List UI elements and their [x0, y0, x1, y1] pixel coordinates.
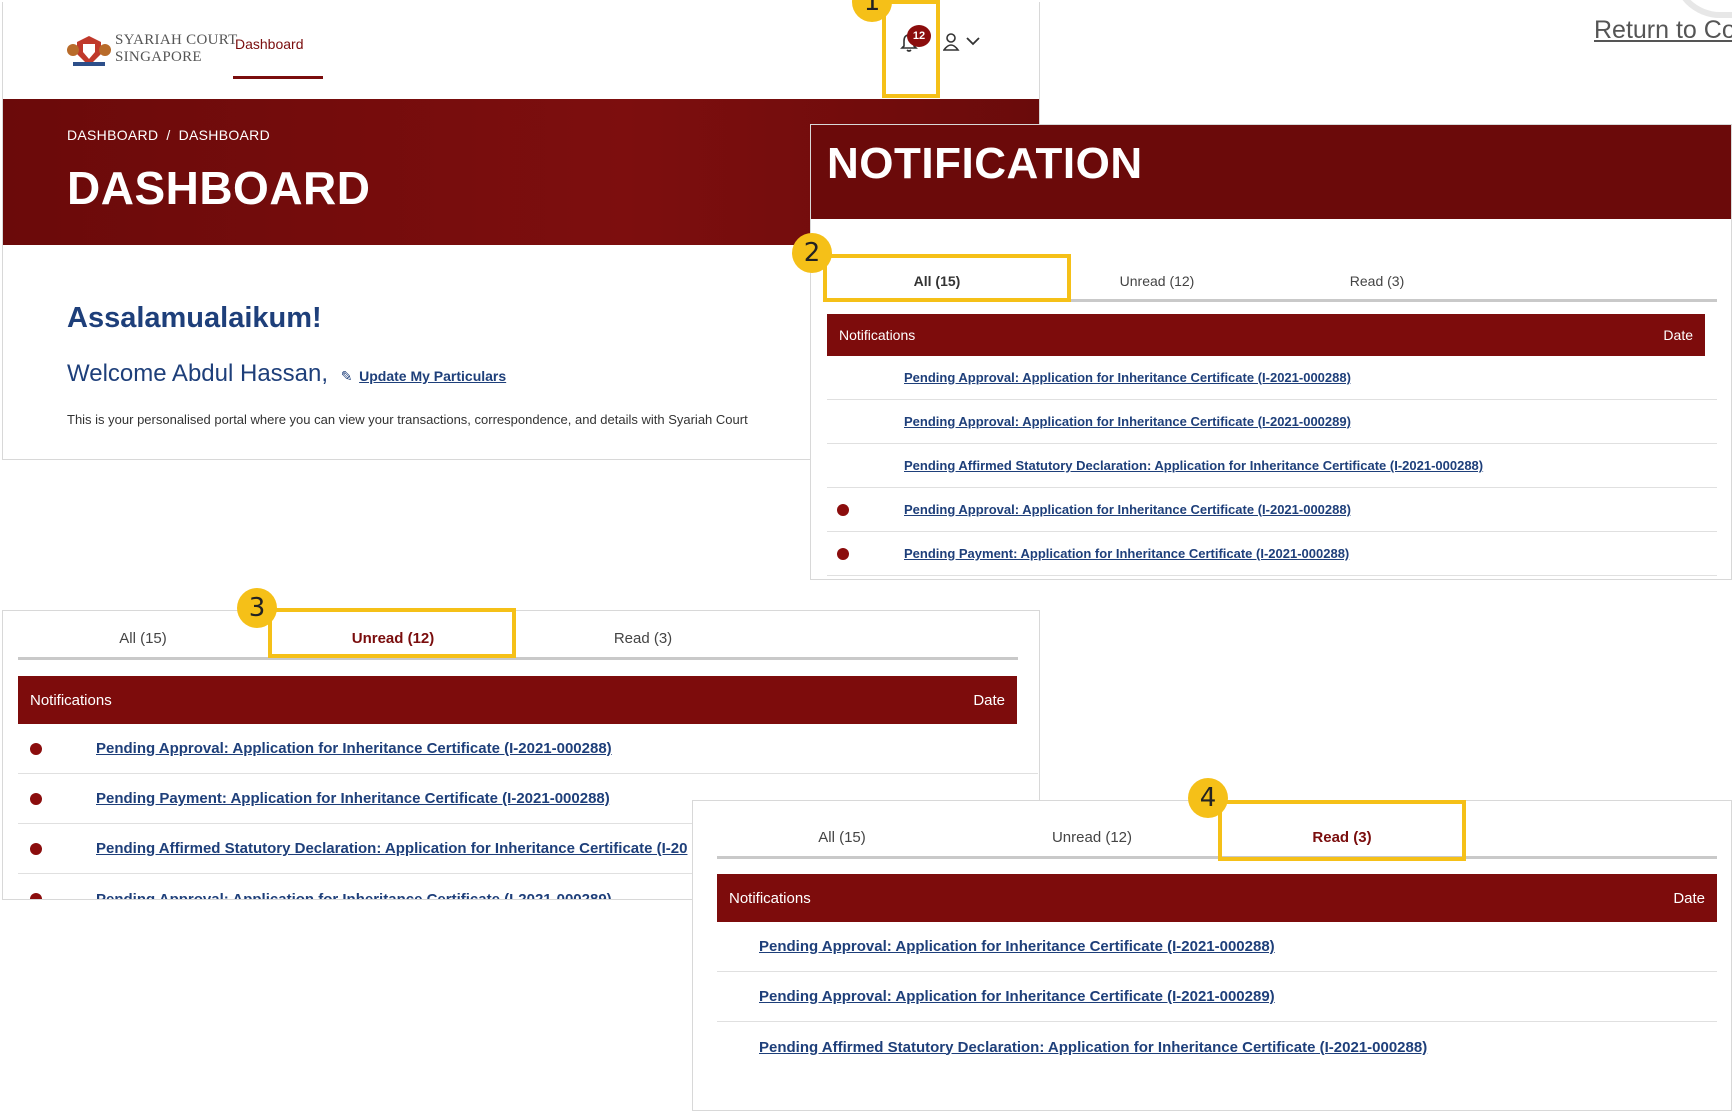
notification-link[interactable]: Pending Approval: Application for Inheri…: [96, 891, 612, 900]
page-title: DASHBOARD: [67, 162, 371, 214]
notification-link[interactable]: Pending Affirmed Statutory Declaration: …: [759, 1039, 1427, 1056]
tab-unread[interactable]: Unread (12): [967, 829, 1217, 856]
pencil-icon: ✎: [340, 368, 353, 384]
tab-all[interactable]: All (15): [717, 829, 967, 856]
notification-link[interactable]: Pending Approval: Application for Inheri…: [904, 414, 1351, 429]
breadcrumb-current: DASHBOARD: [178, 127, 270, 143]
read-tab-highlight: [1218, 800, 1466, 861]
table-row[interactable]: Pending Approval: Application for Inheri…: [827, 400, 1717, 444]
unread-dot-icon: [30, 742, 42, 755]
table-row[interactable]: Pending Affirmed Statutory Declaration: …: [717, 1022, 1717, 1072]
read-panel-tabs: All (15) Unread (12) Read (3): [717, 829, 1717, 859]
notification-panel: NOTIFICATION All (15) Unread (12) Read (…: [810, 124, 1732, 580]
syariah-court-crest-icon: [67, 36, 111, 66]
unread-dot-icon: [30, 842, 42, 855]
tab-read[interactable]: Read (3): [518, 630, 768, 657]
table-row[interactable]: Pending Approval: Application for Inheri…: [18, 724, 1038, 774]
column-date: Date: [973, 691, 1005, 709]
notification-link[interactable]: Pending Approval: Application for Inheri…: [759, 988, 1275, 1005]
column-date: Date: [1673, 889, 1705, 907]
tab-unread[interactable]: Unread (12): [1047, 273, 1267, 299]
tab-all[interactable]: All (15): [18, 630, 268, 657]
notification-link[interactable]: Pending Approval: Application for Inheri…: [759, 938, 1275, 955]
breadcrumb: DASHBOARD / DASHBOARD: [67, 127, 270, 143]
welcome-line: Welcome Abdul Hassan, ✎ Update My Partic…: [67, 360, 506, 388]
notification-link[interactable]: Pending Approval: Application for Inheri…: [96, 740, 612, 757]
notification-link[interactable]: Pending Payment: Application for Inherit…: [904, 546, 1349, 561]
welcome-text: Welcome Abdul Hassan,: [67, 360, 329, 387]
tab-read[interactable]: Read (3): [1267, 273, 1487, 299]
return-link[interactable]: Return to Co: [1594, 16, 1732, 45]
table-row[interactable]: Pending Affirmed Statutory Declaration: …: [827, 444, 1717, 488]
logo-text: SYARIAH COURT SINGAPORE: [115, 32, 238, 65]
table-row[interactable]: Pending Approval: Application for Inheri…: [717, 972, 1717, 1022]
table-row[interactable]: Pending Approval: Application for Inheri…: [717, 922, 1717, 972]
callout-3: 3: [237, 588, 277, 628]
read-table-header: Notifications Date: [717, 874, 1717, 922]
unread-dot-icon: [30, 893, 42, 899]
notification-link[interactable]: Pending Affirmed Statutory Declaration: …: [96, 840, 687, 857]
column-notifications: Notifications: [729, 889, 811, 907]
table-row[interactable]: Pending Approval: Application for Inheri…: [827, 488, 1717, 532]
table-row[interactable]: Pending Payment: Application for Inherit…: [827, 532, 1717, 576]
update-particulars-link[interactable]: Update My Particulars: [359, 368, 506, 384]
active-tab-indicator: [233, 76, 323, 79]
greeting: Assalamualaikum!: [67, 302, 322, 334]
unread-panel-tabs: All (15) Unread (12) Read (3): [18, 630, 1018, 660]
read-notifications-panel: All (15) Unread (12) Read (3) Notificati…: [692, 800, 1732, 1111]
all-tab-highlight: [823, 254, 1071, 302]
unread-tab-highlight: [268, 608, 516, 658]
unread-dot-icon: [837, 547, 849, 560]
notification-link[interactable]: Pending Affirmed Statutory Declaration: …: [904, 458, 1483, 473]
callout-4: 4: [1188, 778, 1228, 818]
user-menu-icon[interactable]: [943, 32, 983, 52]
bell-highlight: [882, 0, 940, 98]
intro-text: This is your personalised portal where y…: [67, 412, 748, 427]
notification-link[interactable]: Pending Approval: Application for Inheri…: [904, 502, 1351, 517]
notification-link[interactable]: Pending Payment: Application for Inherit…: [96, 790, 610, 807]
column-date: Date: [1663, 327, 1693, 343]
callout-2: 2: [792, 233, 832, 273]
unread-table-header: Notifications Date: [18, 676, 1017, 724]
notification-title: NOTIFICATION: [827, 139, 1143, 188]
notification-banner: NOTIFICATION: [811, 125, 1731, 219]
breadcrumb-link[interactable]: DASHBOARD: [67, 127, 158, 143]
table-row[interactable]: Pending Approval: Application for Inheri…: [827, 356, 1717, 400]
chevron-down-icon: [966, 37, 980, 46]
notification-table-header: Notifications Date: [827, 314, 1705, 356]
unread-dot-icon: [837, 503, 849, 516]
notification-link[interactable]: Pending Approval: Application for Inheri…: [904, 370, 1351, 385]
column-notifications: Notifications: [30, 691, 112, 709]
unread-dot-icon: [30, 792, 42, 805]
nav-tab-dashboard[interactable]: Dashboard: [235, 36, 304, 52]
column-notifications: Notifications: [839, 327, 916, 343]
